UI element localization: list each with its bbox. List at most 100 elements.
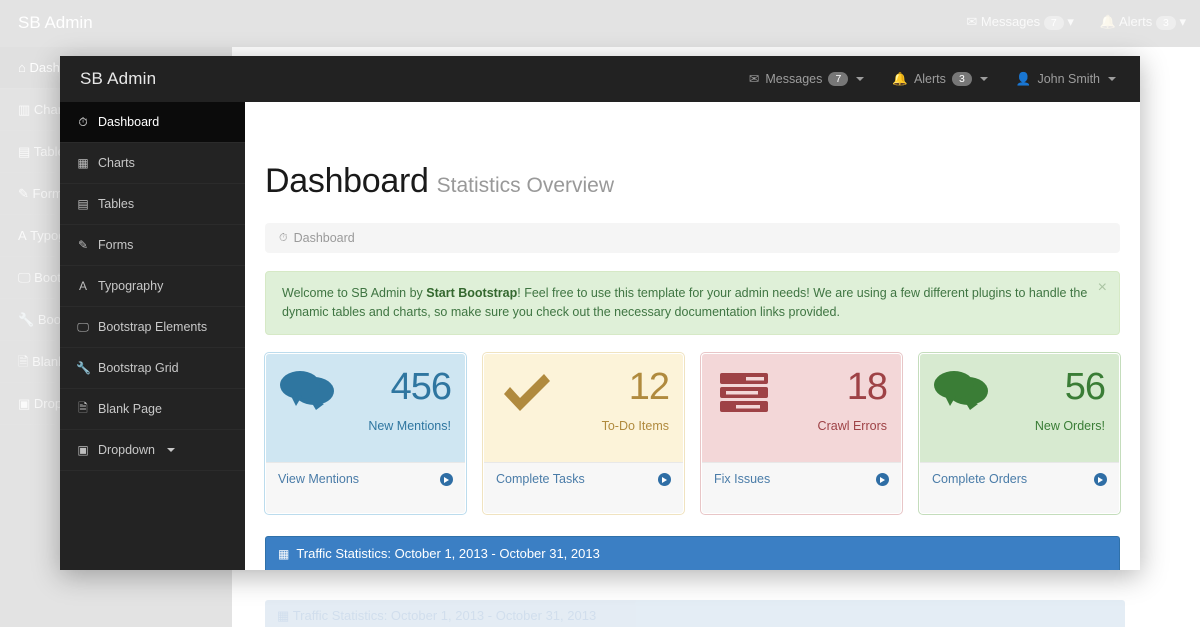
sidebar-item-dashboard[interactable]: ⏱ Dashboard xyxy=(60,102,245,143)
stat-panel-todo[interactable]: 12 To-Do Items Complete Tasks xyxy=(483,353,684,514)
traffic-statistics-title: Traffic Statistics: October 1, 2013 - Oc… xyxy=(296,546,600,561)
sidebar-item-blank-page[interactable]: 🗎 Blank Page xyxy=(60,389,245,430)
arrow-circle-right-icon xyxy=(1094,473,1107,486)
stat-panel-new-orders[interactable]: 56 New Orders! Complete Orders xyxy=(919,353,1120,514)
arrow-circle-right-icon xyxy=(658,473,671,486)
sidebar-item-label: Tables xyxy=(98,197,135,211)
traffic-statistics-panel-header: ▦ Traffic Statistics: October 1, 2013 - … xyxy=(265,536,1120,570)
close-icon[interactable]: × xyxy=(1098,280,1107,296)
stat-panel-body: 56 New Orders! xyxy=(920,354,1119,462)
stat-label: To-Do Items xyxy=(601,419,669,433)
sidebar-item-label: Dropdown xyxy=(98,443,155,457)
file-icon: 🗎 xyxy=(78,400,88,415)
navbar-right-group: ✉ Messages 7 🔔 Alerts 3 👤 John Smith xyxy=(735,56,1130,102)
stat-panel-footer-link[interactable]: Complete Tasks xyxy=(484,462,683,513)
top-navbar: SB Admin ✉ Messages 7 🔔 Alerts 3 👤 John … xyxy=(60,56,1140,102)
stat-panel-mentions[interactable]: 456 New Mentions! View Mentions xyxy=(265,353,466,514)
navbar-user-label: John Smith xyxy=(1037,72,1100,86)
background-traffic-panel: ▦ Traffic Statistics: October 1, 2013 - … xyxy=(265,600,1125,627)
stat-panel-numbers: 56 New Orders! xyxy=(1034,366,1106,434)
sidebar-item-label: Dashboard xyxy=(98,115,160,129)
navbar-alerts-label: Alerts xyxy=(913,72,946,86)
bar-chart-icon: ▦ xyxy=(77,156,89,170)
sidebar-item-bootstrap-elements[interactable]: 🖵 Bootstrap Elements xyxy=(60,307,245,348)
background-traffic-title: Traffic Statistics: October 1, 2013 - Oc… xyxy=(292,608,597,623)
chevron-down-icon xyxy=(166,448,175,452)
font-icon: A xyxy=(78,279,87,293)
welcome-alert: Welcome to SB Admin by Start Bootstrap! … xyxy=(265,271,1120,335)
background-brand: SB Admin xyxy=(18,13,93,32)
messages-count-badge: 7 xyxy=(828,72,849,86)
alerts-count-badge: 3 xyxy=(951,72,972,86)
foreground-app-window: SB Admin ✉ Messages 7 🔔 Alerts 3 👤 John … xyxy=(60,56,1140,570)
sidebar-item-charts[interactable]: ▦ Charts xyxy=(60,143,245,184)
stat-panels-row: 456 New Mentions! View Mentions 12 To-Do… xyxy=(265,353,1120,514)
background-navbar: SB Admin ✉ Messages 7 ▾ 🔔 Alerts 3 ▾ xyxy=(0,0,1200,47)
sidebar-item-dropdown[interactable]: ▣ Dropdown xyxy=(60,430,245,471)
stat-panel-numbers: 18 Crawl Errors xyxy=(817,366,888,434)
stat-panel-footer-link[interactable]: View Mentions xyxy=(266,462,465,513)
page-header: Dashboard Statistics Overview xyxy=(245,102,1140,213)
sidebar-item-label: Charts xyxy=(98,156,135,170)
table-icon: ▤ xyxy=(77,197,89,211)
stat-value: 18 xyxy=(846,366,888,408)
screenshot-stage: SB Admin ✉ Messages 7 ▾ 🔔 Alerts 3 ▾ ⌂ D… xyxy=(0,0,1200,627)
sidebar-item-label: Blank Page xyxy=(98,402,162,416)
desktop-icon: 🖵 xyxy=(77,319,89,334)
stat-value: 56 xyxy=(1064,366,1106,408)
stat-footer-label: View Mentions xyxy=(278,472,360,486)
tasks-icon xyxy=(716,368,774,421)
navbar-messages-label: Messages xyxy=(765,72,823,86)
stat-value: 456 xyxy=(390,366,452,408)
dashboard-icon: ⏱ xyxy=(279,231,288,244)
edit-icon: ✎ xyxy=(77,238,89,252)
bar-chart-icon: ▦ xyxy=(278,546,290,561)
stat-panel-body: 456 New Mentions! xyxy=(266,354,465,462)
arrow-circle-right-icon xyxy=(876,473,889,486)
sidebar-item-tables[interactable]: ▤ Tables xyxy=(60,184,245,225)
stat-panel-numbers: 12 To-Do Items xyxy=(601,366,670,434)
navbar-messages-dropdown[interactable]: ✉ Messages 7 xyxy=(735,56,878,102)
navbar-alerts-dropdown[interactable]: 🔔 Alerts 3 xyxy=(878,56,1002,102)
breadcrumb: ⏱ Dashboard xyxy=(265,223,1120,253)
stat-label: Crawl Errors xyxy=(817,419,887,433)
navbar-brand[interactable]: SB Admin xyxy=(80,56,156,102)
bell-icon: 🔔 xyxy=(892,71,908,86)
chevron-down-icon xyxy=(1108,77,1116,81)
stat-panel-footer-link[interactable]: Fix Issues xyxy=(702,462,901,513)
sidebar-item-bootstrap-grid[interactable]: 🔧 Bootstrap Grid xyxy=(60,348,245,389)
page-subtitle: Statistics Overview xyxy=(436,174,615,197)
stat-value: 12 xyxy=(628,366,670,408)
background-messages: ✉ Messages 7 ▾ xyxy=(966,14,1074,30)
stat-label: New Orders! xyxy=(1034,419,1105,433)
stat-footer-label: Fix Issues xyxy=(714,472,771,486)
background-nav-right: ✉ Messages 7 ▾ 🔔 Alerts 3 ▾ xyxy=(966,14,1186,30)
stat-panel-numbers: 456 New Mentions! xyxy=(368,366,452,434)
arrow-circle-right-icon xyxy=(440,473,453,486)
stat-panel-body: 18 Crawl Errors xyxy=(702,354,901,462)
sidebar-item-label: Forms xyxy=(98,238,134,252)
alert-text-before: Welcome to SB Admin by xyxy=(282,286,427,300)
caret-square-icon: ▣ xyxy=(77,443,89,457)
sidebar-item-label: Bootstrap Elements xyxy=(98,320,208,334)
page-title-row: Dashboard Statistics Overview xyxy=(265,162,1140,201)
main-content: Dashboard Statistics Overview ⏱ Dashboard… xyxy=(245,102,1140,570)
chevron-down-icon xyxy=(979,77,988,81)
comments-icon xyxy=(934,368,992,421)
stat-footer-label: Complete Orders xyxy=(932,472,1028,486)
page-title: Dashboard xyxy=(265,162,429,200)
envelope-icon: ✉ xyxy=(748,71,760,86)
dashboard-icon: ⏱ xyxy=(78,114,88,129)
wrench-icon: 🔧 xyxy=(76,361,91,375)
breadcrumb-item-dashboard[interactable]: Dashboard xyxy=(294,231,355,245)
sidebar-item-forms[interactable]: ✎ Forms xyxy=(60,225,245,266)
stat-panel-crawl-errors[interactable]: 18 Crawl Errors Fix Issues xyxy=(701,353,902,514)
chevron-down-icon xyxy=(856,77,865,81)
stat-panel-footer-link[interactable]: Complete Orders xyxy=(920,462,1119,513)
navbar-user-dropdown[interactable]: 👤 John Smith xyxy=(1002,56,1130,102)
sidebar-item-typography[interactable]: A Typography xyxy=(60,266,245,307)
bar-chart-icon: ▦ xyxy=(277,608,290,623)
alert-bold-text: Start Bootstrap xyxy=(426,286,518,300)
sidebar-item-label: Typography xyxy=(98,279,164,293)
stat-footer-label: Complete Tasks xyxy=(496,472,585,486)
